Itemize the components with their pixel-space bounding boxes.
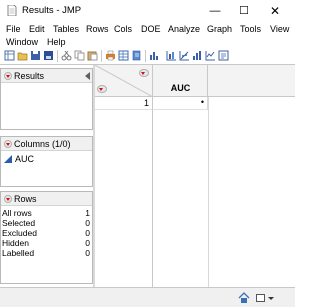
menu-tools[interactable]: Tools	[240, 24, 261, 34]
column-name: AUC	[15, 154, 35, 164]
menu-cols[interactable]: Cols	[114, 24, 132, 34]
rows-summary: All rows 1 Selected 0 Excluded 0 Hidden …	[1, 208, 92, 258]
row-number-column	[95, 110, 153, 288]
maximize-button[interactable]: ☐	[231, 0, 257, 22]
rows-summary-label: All rows	[2, 208, 32, 218]
red-triangle-menu-icon[interactable]	[4, 140, 12, 148]
menu-doe[interactable]: DOE	[141, 24, 161, 34]
home-icon[interactable]	[238, 292, 250, 304]
print-icon[interactable]	[105, 50, 116, 61]
menu-analyze[interactable]: Analyze	[168, 24, 200, 34]
missing-value-dot: •	[200, 97, 204, 107]
new-table-icon[interactable]	[4, 50, 15, 61]
columns-panel-header[interactable]: Columns (1/0)	[1, 137, 92, 151]
rows-summary-label: Hidden	[2, 238, 29, 248]
menu-graph[interactable]: Graph	[207, 24, 232, 34]
menu-window[interactable]: Window	[6, 37, 38, 47]
column-header[interactable]: AUC	[153, 65, 208, 97]
menu-help[interactable]: Help	[47, 37, 66, 47]
toolbar-separator	[57, 50, 58, 62]
rows-summary-item: Labelled 0	[1, 248, 92, 258]
results-panel-title: Results	[14, 71, 45, 81]
row-number: 1	[143, 98, 149, 108]
collapse-panel-icon[interactable]	[85, 72, 90, 80]
status-bar	[0, 287, 295, 307]
rows-summary-value: 0	[85, 248, 90, 258]
results-panel-header[interactable]: Results	[1, 69, 92, 83]
data-grid: AUC 1 •	[95, 65, 295, 288]
graph-builder-icon[interactable]	[192, 50, 203, 61]
chevron-down-icon[interactable]	[268, 297, 274, 300]
menu-tables[interactable]: Tables	[53, 24, 79, 34]
data-cell[interactable]: •	[153, 97, 208, 110]
rows-panel-header[interactable]: Rows	[1, 192, 92, 206]
paste-icon[interactable]	[87, 50, 98, 61]
rows-summary-label: Labelled	[2, 248, 35, 258]
menu-edit[interactable]: Edit	[29, 24, 45, 34]
toolbar-separator	[145, 50, 146, 62]
fit-model-icon[interactable]	[179, 50, 190, 61]
rows-summary-item: All rows 1	[1, 208, 92, 218]
columns-panel: Columns (1/0) AUC	[0, 136, 93, 187]
rows-summary-item: Selected 0	[1, 218, 92, 228]
rows-summary-item: Excluded 0	[1, 228, 92, 238]
red-triangle-menu-icon[interactable]	[4, 72, 12, 80]
work-area: Results Columns (1/0) AUC Rows All rows …	[0, 64, 295, 288]
row-number-cell[interactable]: 1	[95, 97, 153, 110]
toolbar	[0, 50, 295, 64]
menu-view[interactable]: View	[270, 24, 289, 34]
cut-icon[interactable]	[61, 50, 72, 61]
jmp-document-icon	[7, 5, 17, 16]
menu-file[interactable]: File	[6, 24, 21, 34]
control-chart-icon[interactable]	[205, 50, 216, 61]
rows-summary-value: 0	[85, 218, 90, 228]
rows-summary-item: Hidden 0	[1, 238, 92, 248]
distribution-icon[interactable]	[149, 50, 160, 61]
rows-summary-label: Selected	[2, 218, 36, 228]
rows-red-triangle-icon[interactable]	[97, 85, 107, 93]
title-bar: Results - JMP — ☐ ✕	[0, 0, 295, 22]
menu-rows[interactable]: Rows	[86, 24, 109, 34]
rows-summary-value: 0	[85, 238, 90, 248]
window-list-icon[interactable]	[256, 294, 265, 302]
copy-icon[interactable]	[74, 50, 85, 61]
fit-y-by-x-icon[interactable]	[166, 50, 177, 61]
results-panel: Results	[0, 68, 93, 130]
red-triangle-menu-icon[interactable]	[4, 195, 12, 203]
continuous-column-icon	[4, 155, 12, 163]
toolbar-separator	[101, 50, 102, 62]
rows-summary-value: 0	[85, 228, 90, 238]
rows-panel: Rows All rows 1 Selected 0 Excluded 0 Hi…	[0, 191, 93, 284]
minimize-button[interactable]: —	[202, 0, 228, 22]
column-gridline	[208, 97, 209, 288]
save-as-icon[interactable]	[43, 50, 54, 61]
menu-bar: File Edit Tables Rows Cols DOE Analyze G…	[0, 22, 295, 50]
rows-summary-label: Excluded	[2, 228, 37, 238]
window-title: Results - JMP	[22, 5, 82, 16]
script-icon[interactable]	[218, 50, 229, 61]
columns-panel-title: Columns (1/0)	[14, 139, 71, 149]
columns-red-triangle-icon[interactable]	[139, 69, 149, 77]
column-header-empty	[208, 65, 295, 97]
grid-corner[interactable]	[95, 65, 153, 97]
data-table-icon[interactable]	[118, 50, 129, 61]
save-icon[interactable]	[30, 50, 41, 61]
column-header-label: AUC	[170, 83, 191, 93]
close-button[interactable]: ✕	[262, 0, 288, 22]
rows-summary-value: 1	[85, 208, 90, 218]
rows-panel-title: Rows	[14, 194, 37, 204]
open-icon[interactable]	[17, 50, 28, 61]
journal-icon[interactable]	[131, 50, 142, 61]
